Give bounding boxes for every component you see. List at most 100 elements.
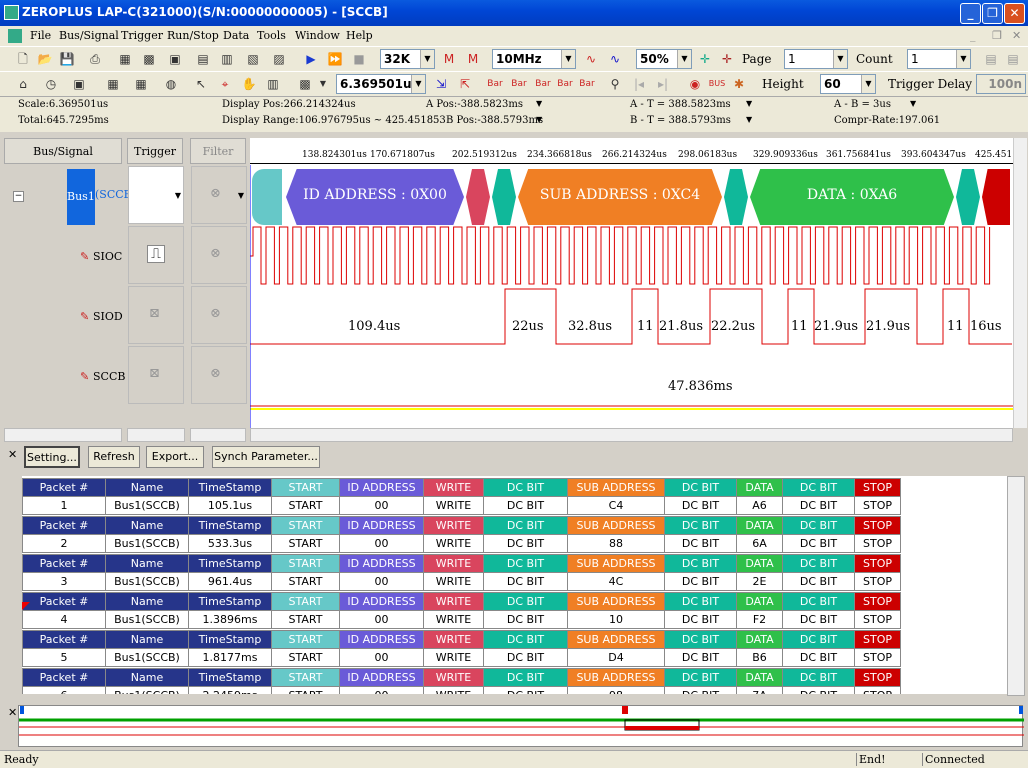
record-icon[interactable]: ◉ xyxy=(686,75,704,93)
camera-icon[interactable]: ▣ xyxy=(70,75,88,93)
bar-a-icon[interactable]: Bar xyxy=(486,75,504,93)
bar-e-icon[interactable]: Bar xyxy=(578,75,596,93)
waveform-hscroll[interactable] xyxy=(250,428,1013,442)
mdi-close-icon[interactable]: ✕ xyxy=(1012,29,1021,42)
packet-config-icon[interactable]: ▧ xyxy=(244,50,262,68)
menu-file[interactable]: File xyxy=(30,29,51,42)
signal-sioc[interactable]: SIOC xyxy=(93,250,122,263)
run-config-icon[interactable]: ▣ xyxy=(166,50,184,68)
filter-header[interactable]: Filter xyxy=(190,138,246,164)
chevron-down-icon[interactable]: ▼ xyxy=(536,115,542,124)
close-icon[interactable]: ✕ xyxy=(8,448,17,461)
setting-button[interactable]: Setting... xyxy=(24,446,80,468)
chevron-down-icon[interactable]: ▼ xyxy=(746,99,752,108)
scale-select[interactable]: 6.369501u: ▼ xyxy=(336,74,426,94)
memory-down-icon[interactable]: M xyxy=(440,50,458,68)
mdi-icon[interactable] xyxy=(8,29,22,43)
packet-row[interactable]: 5 Bus1(SCCB) 1.8177ms START 00 WRITE DC BIT D4 D… xyxy=(22,648,901,667)
menu-run-stop[interactable]: Run/Stop xyxy=(167,29,219,42)
packet-row[interactable]: 4 Bus1(SCCB) 1.3896ms START 00 WRITE DC BIT 10 D… xyxy=(22,610,901,629)
height-select[interactable]: 60 ▼ xyxy=(820,74,876,94)
signal-hscroll[interactable] xyxy=(4,428,122,442)
packet-block[interactable]: Packet # Name TimeStamp START ID ADDRESS WRIT… xyxy=(22,630,901,667)
zoom-select[interactable]: 50% ▼ xyxy=(636,49,692,69)
maximize-button[interactable]: ❐ xyxy=(982,3,1003,24)
zoom-out-icon[interactable]: ✛ xyxy=(718,50,736,68)
stop-config-icon[interactable]: ▤ xyxy=(194,50,212,68)
pointer-icon[interactable]: ↖ xyxy=(192,75,210,93)
bar-c-icon[interactable]: Bar xyxy=(534,75,552,93)
bus-filter-select[interactable]: ⊗ ▼ xyxy=(191,166,247,224)
report-icon[interactable]: ▨ xyxy=(270,50,288,68)
time-ruler[interactable]: 138.824301us 170.671807us 202.519312us 2… xyxy=(250,138,1013,164)
stop-icon[interactable]: ■ xyxy=(350,50,368,68)
binoculars-icon[interactable]: ⚲ xyxy=(606,75,624,93)
close-icon[interactable]: ✕ xyxy=(8,706,17,719)
filter-hscroll[interactable] xyxy=(190,428,246,442)
zoom-in-icon[interactable]: ✛ xyxy=(696,50,714,68)
siod-trigger-cell[interactable]: ⊠ xyxy=(128,286,184,344)
packet-block[interactable]: Packet # Name TimeStamp START ID ADDRESS WRIT… xyxy=(22,554,901,591)
bus-trigger-select[interactable]: ▼ xyxy=(128,166,184,224)
run-repeat-icon[interactable]: ⏩ xyxy=(326,50,344,68)
scale-grid-icon[interactable]: ▩ xyxy=(296,75,314,93)
channel-setup-icon[interactable]: ▦ xyxy=(116,50,134,68)
packet-row[interactable]: 3 Bus1(SCCB) 961.4us START 00 WRITE DC BIT 4C DC… xyxy=(22,572,901,591)
freq-down-icon[interactable]: ∿ xyxy=(582,50,600,68)
memory-select[interactable]: 32K ▼ xyxy=(380,49,435,69)
trigger-header[interactable]: Trigger xyxy=(127,138,183,164)
trigger-delay-input[interactable]: 100n xyxy=(976,74,1026,94)
close-button[interactable]: ✕ xyxy=(1004,3,1025,24)
frequency-select[interactable]: 10MHz ▼ xyxy=(492,49,576,69)
menu-data[interactable]: Data xyxy=(223,29,249,42)
hand-icon[interactable]: ✋ xyxy=(240,75,258,93)
bar-b-icon[interactable]: Bar xyxy=(510,75,528,93)
waveform-panel[interactable]: 138.824301us 170.671807us 202.519312us 2… xyxy=(250,138,1013,428)
overview-cursor-a-icon[interactable] xyxy=(20,706,24,714)
freq-up-icon[interactable]: ∿ xyxy=(606,50,624,68)
bus-segment-stop[interactable] xyxy=(982,169,1010,225)
chevron-down-icon[interactable]: ▼ xyxy=(910,99,916,108)
sioc-trigger-cell[interactable]: ⎍ xyxy=(128,226,184,284)
grid-icon[interactable]: ▦ xyxy=(132,75,150,93)
menu-trigger[interactable]: Trigger xyxy=(121,29,163,42)
packet-block[interactable]: Packet # Name TimeStamp START ID ADDRESS WRIT… xyxy=(22,516,901,553)
packet-row[interactable]: 1 Bus1(SCCB) 105.1us START 00 WRITE DC BIT C4 DC… xyxy=(22,496,901,515)
waveform-vscroll[interactable] xyxy=(1013,138,1027,428)
save-icon[interactable]: 💾 xyxy=(58,50,76,68)
overview-cursor-b-icon[interactable] xyxy=(1019,706,1023,714)
mdi-minimize-icon[interactable]: _ xyxy=(970,29,976,42)
collapse-icon[interactable]: − xyxy=(13,191,24,202)
packet-vscroll[interactable] xyxy=(1007,476,1025,696)
bus-icon[interactable]: BUS xyxy=(708,75,726,93)
data-config-icon[interactable]: ▥ xyxy=(218,50,236,68)
menu-window[interactable]: Window xyxy=(295,29,340,42)
bus-segment-id-address[interactable]: ID ADDRESS : 0X00 xyxy=(286,169,464,225)
memory-up-icon[interactable]: M xyxy=(464,50,482,68)
signal-sccb[interactable]: SCCB xyxy=(93,370,125,383)
signal-icon[interactable]: ✱ xyxy=(730,75,748,93)
refresh-button[interactable]: Refresh xyxy=(88,446,140,468)
globe-icon[interactable]: ◍ xyxy=(162,75,180,93)
packet-block[interactable]: Packet # Name TimeStamp START ID ADDRESS WRIT… xyxy=(22,668,901,694)
prev-page-icon[interactable]: ▤ xyxy=(982,50,1000,68)
clock-icon[interactable]: ◷ xyxy=(42,75,60,93)
table-icon[interactable]: ▦ xyxy=(104,75,122,93)
chevron-down-icon[interactable]: ▼ xyxy=(746,115,752,124)
cursor-a-icon[interactable]: ⇲ xyxy=(432,75,450,93)
bus-segment-sub-address[interactable]: SUB ADDRESS : 0XC4 xyxy=(518,169,722,225)
chevron-down-icon[interactable]: ▼ xyxy=(536,99,542,108)
trigger-setup-icon[interactable]: ▩ xyxy=(140,50,158,68)
home-icon[interactable]: ⌂ xyxy=(14,75,32,93)
bus-signal-header[interactable]: Bus/Signal xyxy=(4,138,122,164)
siod-filter-cell[interactable]: ⊗ xyxy=(191,286,247,344)
bus-name-cell[interactable]: Bus1 xyxy=(67,169,95,225)
packet-block[interactable]: Packet # Name TimeStamp START ID ADDRESS WRIT… xyxy=(22,478,901,515)
ruler-icon[interactable]: ▥ xyxy=(264,75,282,93)
sioc-filter-cell[interactable]: ⊗ xyxy=(191,226,247,284)
packet-row[interactable]: 6Bus1(SCCB)2.2459msSTART00WRITEDC BIT98D… xyxy=(22,686,901,694)
overview-panel[interactable] xyxy=(18,705,1024,747)
minimize-button[interactable]: _ xyxy=(960,3,981,24)
count-select[interactable]: 1 ▼ xyxy=(907,49,971,69)
signal-siod[interactable]: SIOD xyxy=(93,310,123,323)
